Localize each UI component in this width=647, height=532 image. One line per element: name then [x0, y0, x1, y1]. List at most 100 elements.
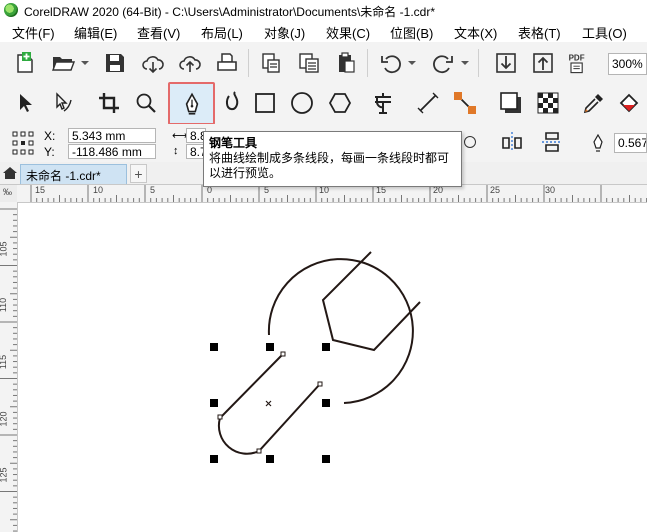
- hexagon-icon: [328, 93, 352, 113]
- outline-width-input[interactable]: 0.567: [614, 133, 647, 153]
- polygon-tool-button[interactable]: [325, 88, 355, 118]
- y-position-input[interactable]: -118.486 mm: [68, 144, 156, 159]
- undo-button[interactable]: [376, 48, 406, 78]
- text-tool-button[interactable]: [368, 88, 398, 118]
- drop-shadow-tool-button[interactable]: [496, 88, 526, 118]
- save-icon: [106, 54, 124, 72]
- document-tab[interactable]: 未命名 -1.cdr*: [20, 164, 127, 184]
- zoom-tool-button[interactable]: [131, 88, 161, 118]
- menu-view[interactable]: 查看(V): [137, 23, 180, 42]
- center-x-marker: [265, 400, 272, 407]
- ruler-label: 125: [0, 467, 9, 483]
- menu-bitmaps[interactable]: 位图(B): [390, 23, 433, 42]
- export-icon: [533, 53, 553, 73]
- copy-button[interactable]: [294, 48, 324, 78]
- selection-handles: [210, 343, 330, 463]
- crop-icon: [99, 93, 119, 113]
- menu-edit[interactable]: 编辑(E): [74, 23, 117, 42]
- open-button[interactable]: [48, 48, 78, 78]
- shape-tool-button[interactable]: [48, 88, 78, 118]
- position-origin-icon: [12, 130, 34, 156]
- export-button[interactable]: [528, 48, 558, 78]
- crop-tool-button[interactable]: [94, 88, 124, 118]
- outline-pen-icon: [590, 133, 606, 152]
- selection-handle: [266, 455, 274, 463]
- x-label: X:: [44, 129, 56, 143]
- cloud-upload-icon: [179, 56, 201, 72]
- artistic-media-tool-button[interactable]: [218, 88, 248, 118]
- standard-toolbar: PDF 300%: [0, 42, 647, 85]
- x-position-input[interactable]: 5.343 mm: [68, 128, 156, 143]
- checkerboard-icon: [537, 92, 559, 114]
- cloud-upload-button[interactable]: [175, 48, 205, 78]
- paste-button[interactable]: [331, 48, 361, 78]
- mirror-icon: [502, 132, 522, 152]
- drawing-canvas[interactable]: [18, 203, 647, 532]
- path-node: [256, 448, 262, 454]
- circle-option-icon[interactable]: [464, 136, 476, 148]
- menu-object[interactable]: 对象(J): [264, 23, 305, 42]
- redo-button[interactable]: [428, 48, 458, 78]
- new-document-button[interactable]: [10, 48, 40, 78]
- cloud-download-button[interactable]: [138, 48, 168, 78]
- ruler-label: 30: [545, 185, 556, 195]
- publish-pdf-button[interactable]: PDF: [564, 48, 594, 78]
- menu-table[interactable]: 表格(T): [518, 23, 561, 42]
- document-tab-label: 未命名 -1.cdr*: [26, 169, 101, 183]
- zoom-level-input[interactable]: 300%: [608, 53, 647, 75]
- vertical-ruler[interactable]: 105 110 115 120 125: [0, 202, 18, 532]
- import-button[interactable]: [256, 48, 286, 78]
- open-dropdown-arrow[interactable]: [80, 48, 90, 78]
- ruler-label: 10: [93, 185, 104, 195]
- print-button[interactable]: [212, 48, 242, 78]
- menu-effects[interactable]: 效果(C): [326, 23, 370, 42]
- title-bar: CorelDRAW 2020 (64-Bit) - C:\Users\Admin…: [0, 0, 647, 20]
- horizontal-ruler[interactable]: 15 10 5 0 5 10 15 20 25 30: [17, 185, 647, 203]
- menu-tools[interactable]: 工具(O): [582, 23, 627, 42]
- toolbar-separator: [478, 49, 479, 77]
- y-label: Y:: [44, 145, 55, 159]
- new-tab-plus-icon[interactable]: +: [130, 164, 147, 183]
- ruler-label: 115: [0, 354, 9, 370]
- rectangle-tool-button[interactable]: [250, 88, 280, 118]
- selection-handle: [266, 343, 274, 351]
- eyedropper-tool-button[interactable]: [579, 88, 609, 118]
- menu-text[interactable]: 文本(X): [454, 23, 497, 42]
- menu-file[interactable]: 文件(F): [12, 23, 55, 42]
- pdf-label: PDF: [569, 54, 585, 63]
- toolbar-separator: [367, 49, 368, 77]
- selection-handle: [322, 399, 330, 407]
- interactive-fill-tool-button[interactable]: [614, 88, 644, 118]
- cloud-download-icon: [142, 56, 164, 74]
- undo-dropdown-arrow[interactable]: [407, 48, 417, 78]
- redo-icon: [433, 55, 453, 74]
- ruler-label: 120: [0, 411, 9, 427]
- home-icon[interactable]: [2, 165, 18, 181]
- ruler-corner[interactable]: ‰: [0, 185, 18, 203]
- save-button[interactable]: [100, 48, 130, 78]
- ruler-units-label: ‰: [3, 187, 12, 197]
- dimension-tool-button[interactable]: [413, 88, 443, 118]
- pen-tool-button[interactable]: [168, 82, 215, 125]
- path-node: [280, 351, 286, 357]
- fill-bucket-icon: [619, 93, 639, 113]
- rectangle-icon: [255, 93, 275, 113]
- pick-tool-button[interactable]: [10, 88, 40, 118]
- ruler-label: 25: [490, 185, 501, 195]
- import-file-button[interactable]: [491, 48, 521, 78]
- curve-brush-icon: [225, 91, 239, 111]
- flip-vertical-icon: [542, 132, 562, 152]
- path-node: [317, 381, 323, 387]
- mirror-horizontal-button[interactable]: [497, 127, 527, 157]
- ruler-label: 15: [35, 185, 46, 195]
- tooltip-description: 将曲线绘制成多条线段，每画一条线段时都可以进行预览。: [209, 151, 450, 180]
- transparency-tool-button[interactable]: [533, 88, 563, 118]
- menu-layout[interactable]: 布局(L): [201, 23, 243, 42]
- connector-tool-button[interactable]: [450, 88, 480, 118]
- height-icon: ↕: [173, 145, 179, 157]
- mirror-vertical-button[interactable]: [537, 127, 567, 157]
- ellipse-tool-button[interactable]: [287, 88, 317, 118]
- print-icon: [217, 53, 237, 71]
- path-node: [217, 414, 223, 420]
- redo-dropdown-arrow[interactable]: [460, 48, 470, 78]
